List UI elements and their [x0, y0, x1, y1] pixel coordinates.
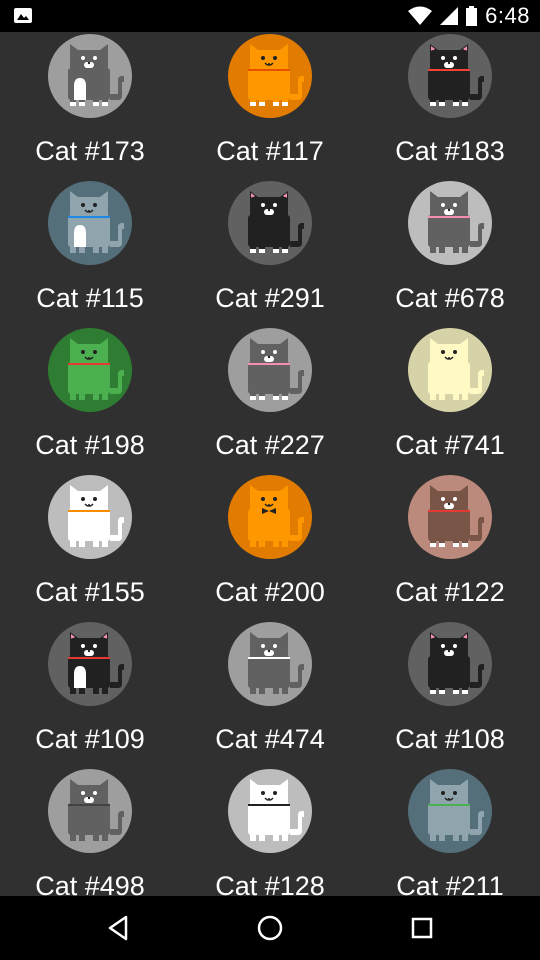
- cat-label: Cat #155: [35, 577, 145, 607]
- cat-icon: [48, 328, 132, 412]
- cat-item[interactable]: Cat #122: [360, 475, 540, 622]
- cat-label: Cat #678: [395, 283, 505, 313]
- status-time: 6:48: [485, 3, 530, 28]
- cat-label: Cat #173: [35, 136, 145, 166]
- cat-icon: [48, 34, 132, 118]
- cat-item[interactable]: Cat #108: [360, 622, 540, 769]
- cat-icon: [228, 475, 312, 559]
- cat-icon: [408, 769, 492, 853]
- image-notification-icon: [14, 8, 32, 23]
- recents-icon: [411, 917, 433, 939]
- cat-item[interactable]: Cat #741: [360, 328, 540, 475]
- cat-label: Cat #227: [215, 430, 325, 460]
- cat-label: Cat #115: [36, 283, 144, 313]
- cat-item[interactable]: Cat #198: [0, 328, 180, 475]
- cat-icon: [48, 622, 132, 706]
- cell-signal-icon: [440, 7, 459, 25]
- cat-label: Cat #741: [395, 430, 505, 460]
- cat-icon: [48, 181, 132, 265]
- back-icon: [108, 915, 128, 941]
- cat-label: Cat #122: [395, 577, 505, 607]
- cat-item[interactable]: Cat #227: [180, 328, 360, 475]
- cat-item[interactable]: Cat #183: [360, 34, 540, 181]
- navigation-bar: [0, 896, 540, 960]
- cat-item[interactable]: Cat #200: [180, 475, 360, 622]
- cat-label: Cat #200: [215, 577, 325, 607]
- recents-button[interactable]: [398, 908, 446, 948]
- cat-item[interactable]: Cat #498: [0, 769, 180, 896]
- cat-item[interactable]: Cat #117: [180, 34, 360, 181]
- cat-label: Cat #474: [215, 724, 325, 754]
- cat-item[interactable]: Cat #678: [360, 181, 540, 328]
- cat-item[interactable]: Cat #474: [180, 622, 360, 769]
- cat-item[interactable]: Cat #173: [0, 34, 180, 181]
- cat-grid: Cat #173 Cat #117 Cat #183 Cat #115 Cat #291…: [0, 32, 540, 896]
- cat-item[interactable]: Cat #128: [180, 769, 360, 896]
- cat-icon: [408, 181, 492, 265]
- cat-label: Cat #291: [215, 283, 325, 313]
- cat-icon: [228, 328, 312, 412]
- cat-icon: [228, 622, 312, 706]
- status-icons: 6:48: [408, 0, 530, 32]
- cat-item[interactable]: Cat #115: [0, 181, 180, 328]
- cat-item[interactable]: Cat #211: [360, 769, 540, 896]
- cat-icon: [408, 34, 492, 118]
- cat-icon: [408, 622, 492, 706]
- cat-icon: [228, 769, 312, 853]
- cat-item[interactable]: Cat #155: [0, 475, 180, 622]
- cat-label: Cat #211: [396, 871, 504, 896]
- cat-icon: [48, 769, 132, 853]
- cat-icon: [408, 328, 492, 412]
- cat-label: Cat #109: [35, 724, 145, 754]
- cat-label: Cat #183: [395, 136, 505, 166]
- cat-icon: [228, 181, 312, 265]
- status-bar: 6:48: [0, 0, 540, 32]
- cat-label: Cat #108: [395, 724, 505, 754]
- back-button[interactable]: [94, 908, 142, 948]
- home-icon: [257, 915, 283, 941]
- cat-label: Cat #117: [216, 136, 324, 166]
- cat-icon: [408, 475, 492, 559]
- cat-label: Cat #198: [35, 430, 145, 460]
- cat-item[interactable]: Cat #109: [0, 622, 180, 769]
- cat-label: Cat #128: [215, 871, 325, 896]
- battery-icon: [466, 6, 478, 26]
- home-button[interactable]: [246, 908, 294, 948]
- cat-label: Cat #498: [35, 871, 145, 896]
- wifi-icon: [408, 6, 433, 25]
- cat-item[interactable]: Cat #291: [180, 181, 360, 328]
- cat-icon: [228, 34, 312, 118]
- cat-icon: [48, 475, 132, 559]
